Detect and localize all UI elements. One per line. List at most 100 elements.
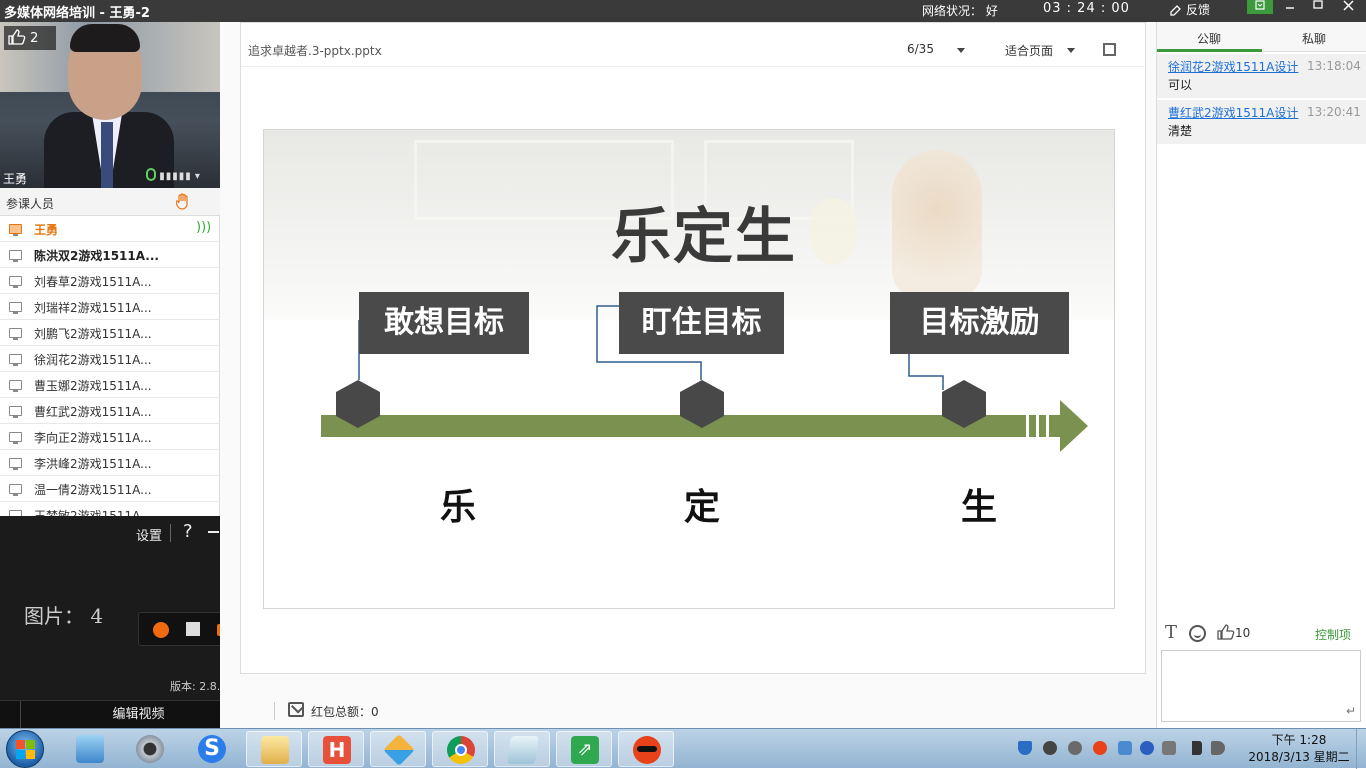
share-app-icon: ⇗	[571, 736, 599, 764]
divider	[274, 702, 275, 720]
bluetooth-icon[interactable]	[1140, 741, 1154, 755]
close-icon	[1342, 0, 1354, 11]
restore-green-button[interactable]	[1247, 0, 1273, 14]
monitor-icon	[9, 432, 22, 444]
font-icon[interactable]: T	[1165, 622, 1177, 643]
active-tab-indicator	[1157, 49, 1262, 52]
monitor-icon	[9, 458, 22, 470]
page-indicator[interactable]: 6/35	[907, 42, 934, 56]
stop-button[interactable]	[186, 622, 200, 636]
monitor-icon	[9, 328, 22, 340]
participant-row[interactable]: 王勇)))	[0, 216, 220, 242]
taskbar-app-control-panel[interactable]	[62, 731, 118, 767]
minimize-button[interactable]	[1280, 0, 1300, 14]
chat-message: 徐润花2游戏1511A设计 13:18:04 可以	[1157, 54, 1366, 98]
zoom-select[interactable]: 适合页面	[1005, 42, 1053, 59]
record-button[interactable]	[153, 622, 169, 638]
download-icon	[1255, 0, 1265, 10]
feedback-button[interactable]: 反馈	[1170, 1, 1210, 18]
clock-time: 下午 1:28	[1271, 733, 1327, 747]
taskbar-app-explorer[interactable]	[246, 731, 302, 767]
video-audio-controls[interactable]: ▮▮▮▮▮ ▾	[146, 168, 200, 182]
webcam-icon	[136, 735, 164, 763]
video-name: 王勇	[3, 172, 28, 186]
tab-public-chat[interactable]: 公聊	[1197, 30, 1221, 47]
volume-level-icon: ▮▮▮▮▮	[159, 171, 192, 182]
control-options-link[interactable]: 控制项	[1315, 626, 1351, 643]
maximize-button[interactable]	[1308, 0, 1328, 14]
participant-row[interactable]: 温一倩2游戏1511A...	[0, 476, 220, 502]
video-menu-icon[interactable]: ▾	[195, 171, 200, 182]
chat-panel: 公聊 私聊 徐润花2游戏1511A设计 13:18:04 可以 曹红武2游戏15…	[1156, 22, 1366, 728]
participant-row[interactable]: 曹红武2游戏1511A...	[0, 398, 220, 424]
shield-icon[interactable]	[1018, 741, 1032, 755]
start-button[interactable]	[6, 730, 44, 768]
video-person-hair	[70, 24, 140, 52]
taskbar-app-chrome[interactable]	[432, 731, 488, 767]
fullscreen-icon[interactable]	[1103, 43, 1116, 56]
monitor-icon	[9, 276, 22, 288]
envelope-icon[interactable]	[288, 702, 304, 717]
presentation-slide: 乐定生 敢想目标 盯住目标 目标激励 乐 定 生	[263, 129, 1115, 609]
raise-hand-icon[interactable]	[176, 193, 190, 210]
zoom-dropdown-icon[interactable]	[1067, 48, 1075, 53]
taskbar-app-sogou[interactable]: S	[184, 731, 240, 767]
participant-name: 刘鹏飞2游戏1511A...	[34, 327, 152, 341]
message-sender[interactable]: 徐润花2游戏1511A设计	[1168, 58, 1298, 75]
maximize-icon	[1313, 0, 1323, 9]
tab-private-chat[interactable]: 私聊	[1302, 30, 1326, 47]
chat-like-button[interactable]: 10	[1217, 624, 1250, 640]
taskbar-app-share[interactable]: ⇗	[556, 731, 612, 767]
tray-app-icon[interactable]	[1068, 741, 1082, 755]
thumbs-up-icon	[8, 29, 26, 45]
microphone-icon[interactable]	[146, 168, 156, 181]
goal-box-motivate: 目标激励	[890, 292, 1069, 354]
participant-row[interactable]: 曹玉娜2游戏1511A...	[0, 372, 220, 398]
system-tray	[1018, 741, 1234, 759]
teacher-video: 2 王勇 ▮▮▮▮▮ ▾	[0, 22, 220, 188]
video-like-counter[interactable]: 2	[4, 26, 56, 50]
timeline-arrowhead	[1060, 400, 1088, 452]
thumbs-up-icon	[1217, 624, 1235, 640]
usb-icon[interactable]	[1162, 741, 1176, 755]
monitor-icon	[9, 484, 22, 496]
participant-name: 王勇	[34, 223, 59, 237]
system-clock[interactable]: 下午 1:28 2018/3/13 星期二	[1244, 732, 1354, 766]
taskbar-app-hbuilder[interactable]: H	[308, 731, 364, 767]
help-icon[interactable]: ?	[183, 521, 193, 542]
tray-capture-icon[interactable]	[1093, 741, 1107, 755]
taskbar-app-diamond[interactable]	[370, 731, 426, 767]
participant-row[interactable]: 陈洪双2游戏1511A...	[0, 242, 220, 268]
show-desktop-button[interactable]	[1356, 729, 1366, 769]
video-person-tie	[101, 122, 113, 188]
participant-row[interactable]: 李向正2游戏1511A...	[0, 424, 220, 450]
close-window-button[interactable]	[1338, 0, 1358, 14]
page-dropdown-icon[interactable]	[957, 48, 965, 53]
message-sender[interactable]: 曹红武2游戏1511A设计	[1168, 104, 1298, 121]
tray-app-icon[interactable]	[1043, 741, 1057, 755]
volume-icon[interactable]	[1211, 741, 1225, 755]
tray-input-icon[interactable]	[1118, 741, 1132, 755]
taskbar-app-notepad[interactable]	[494, 731, 550, 767]
participant-row[interactable]: 刘瑞祥2游戏1511A...	[0, 294, 220, 320]
capture-minimize-icon[interactable]	[208, 531, 219, 533]
participant-row[interactable]: 徐润花2游戏1511A...	[0, 346, 220, 372]
stage-label-le: 乐	[440, 487, 477, 528]
network-signal-icon[interactable]	[1188, 741, 1202, 755]
participant-name: 陈洪双2游戏1511A...	[34, 249, 159, 263]
arrow-stripe	[1046, 415, 1049, 437]
participant-row[interactable]: 刘春草2游戏1511A...	[0, 268, 220, 294]
message-text: 可以	[1168, 78, 1193, 92]
participant-row[interactable]: 李洪峰2游戏1511A...	[0, 450, 220, 476]
capture-settings-button[interactable]: 设置	[136, 525, 162, 544]
taskbar-app-webcam[interactable]	[122, 731, 178, 767]
windows-logo-red	[16, 740, 25, 749]
monitor-icon	[9, 224, 22, 236]
taskbar-app-capture[interactable]	[618, 731, 674, 767]
chat-toolbar: T 10 控制项	[1157, 620, 1366, 648]
participant-row[interactable]: 刘鹏飞2游戏1511A...	[0, 320, 220, 346]
title-bar: 多媒体网络培训 - 王勇-2 网络状况： 好 03 : 24 : 00 反馈	[0, 0, 1366, 22]
emoji-icon[interactable]	[1189, 625, 1206, 642]
chat-input[interactable]: ↵	[1161, 650, 1361, 722]
taskbar: S H ⇗ 下午 1:28 2018/3/13 星期二	[0, 728, 1366, 769]
